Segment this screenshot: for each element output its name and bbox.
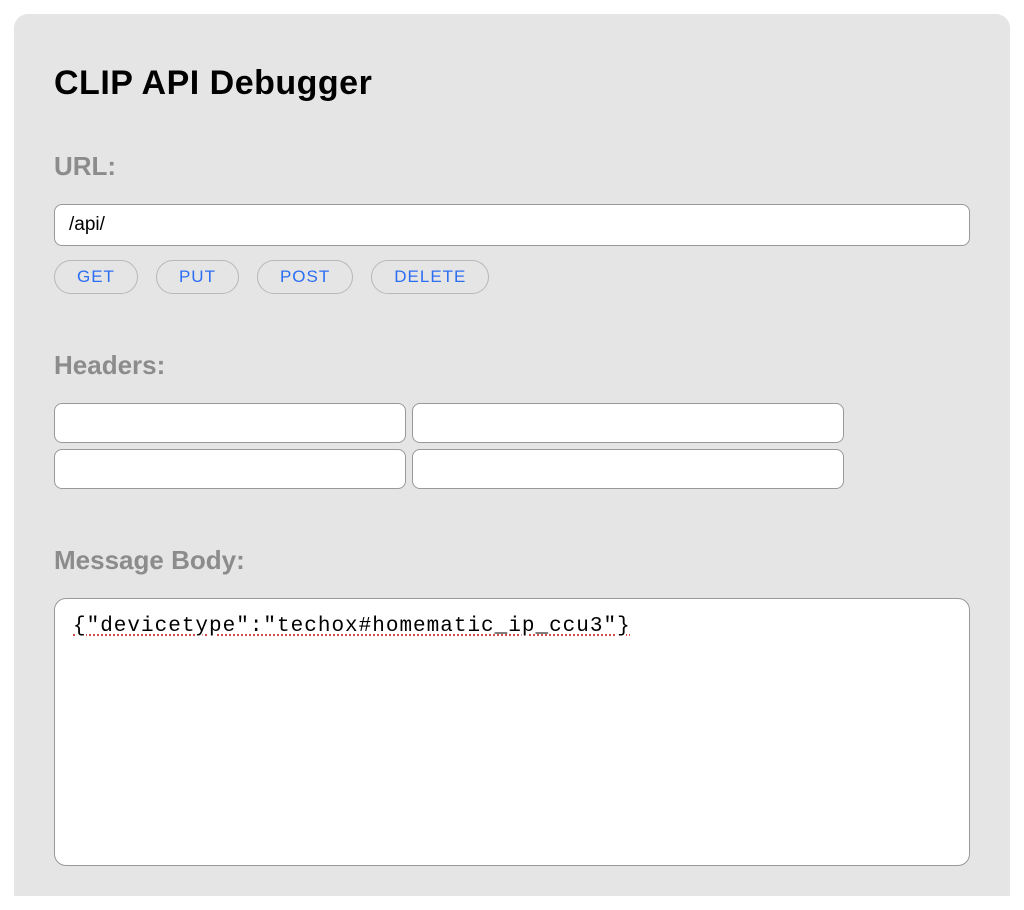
delete-button[interactable]: DELETE bbox=[371, 260, 489, 294]
body-label: Message Body: bbox=[54, 545, 970, 576]
message-body-textarea[interactable]: {"devicetype":"techox#homematic_ip_ccu3"… bbox=[54, 598, 970, 866]
put-button[interactable]: PUT bbox=[156, 260, 239, 294]
debugger-panel: CLIP API Debugger URL: GET PUT POST DELE… bbox=[14, 14, 1010, 896]
header-value-1[interactable] bbox=[412, 449, 844, 489]
post-button[interactable]: POST bbox=[257, 260, 353, 294]
header-value-0[interactable] bbox=[412, 403, 844, 443]
url-input[interactable] bbox=[54, 204, 970, 246]
headers-grid bbox=[54, 403, 970, 489]
headers-label: Headers: bbox=[54, 350, 970, 381]
get-button[interactable]: GET bbox=[54, 260, 138, 294]
header-key-1[interactable] bbox=[54, 449, 406, 489]
header-key-0[interactable] bbox=[54, 403, 406, 443]
page-title: CLIP API Debugger bbox=[54, 64, 970, 103]
method-buttons-row: GET PUT POST DELETE bbox=[54, 260, 970, 294]
url-label: URL: bbox=[54, 151, 970, 182]
